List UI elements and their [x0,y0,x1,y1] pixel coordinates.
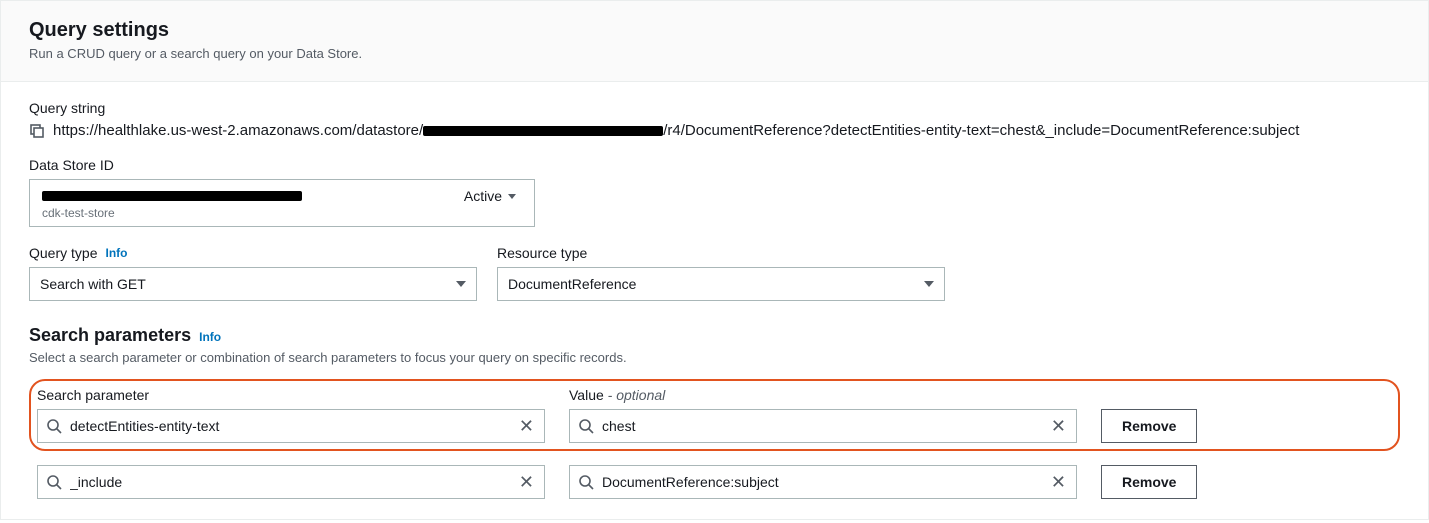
query-type-label: Query type [29,245,97,261]
resource-type-select[interactable]: DocumentReference [497,267,945,301]
search-value-field[interactable] [602,474,1041,490]
clear-icon[interactable]: ✕ [1049,473,1068,491]
chevron-down-icon [456,281,466,287]
search-param-input[interactable]: ✕ [37,465,545,499]
search-param-row: Search parameter ✕ Value - optional [29,379,1400,451]
query-type-select[interactable]: Search with GET [29,267,477,301]
resource-type-value: DocumentReference [508,276,636,292]
search-icon [46,474,62,490]
data-store-select[interactable]: Active cdk-test-store [29,179,535,227]
query-settings-panel: Query settings Run a CRUD query or a sea… [0,0,1429,520]
search-parameters-info-link[interactable]: Info [199,330,221,344]
search-param-row: ✕ ✕ Remove [29,457,1400,507]
query-string-label: Query string [29,100,1400,116]
query-string-row: https://healthlake.us-west-2.amazonaws.c… [29,122,1400,139]
search-value-input[interactable]: ✕ [569,409,1077,443]
remove-button[interactable]: Remove [1101,465,1197,499]
chevron-down-icon [924,281,934,287]
panel-subtitle: Run a CRUD query or a search query on yo… [29,46,1400,61]
search-value-input[interactable]: ✕ [569,465,1077,499]
search-value-optional: - optional [608,387,666,403]
resource-type-label: Resource type [497,245,587,261]
panel-header: Query settings Run a CRUD query or a sea… [1,1,1428,82]
panel-title: Query settings [29,19,1400,42]
data-store-id-label: Data Store ID [29,157,1400,173]
clear-icon[interactable]: ✕ [517,417,536,435]
chevron-down-icon [508,194,516,199]
copy-icon[interactable] [29,123,45,139]
search-param-field[interactable] [70,418,509,434]
search-icon [46,418,62,434]
search-param-field[interactable] [70,474,509,490]
data-store-alias: cdk-test-store [42,206,522,220]
redacted-datastore-id [423,126,663,136]
search-param-input[interactable]: ✕ [37,409,545,443]
remove-button[interactable]: Remove [1101,409,1197,443]
search-parameters-title: Search parameters [29,325,191,346]
query-string-url: https://healthlake.us-west-2.amazonaws.c… [53,122,1299,139]
clear-icon[interactable]: ✕ [1049,417,1068,435]
search-param-col-label: Search parameter [37,387,545,403]
search-value-field[interactable] [602,418,1041,434]
clear-icon[interactable]: ✕ [517,473,536,491]
redacted-datastore-id-value [42,191,302,201]
search-parameters-desc: Select a search parameter or combination… [29,350,1400,365]
data-store-status: Active [464,188,516,204]
search-icon [578,474,594,490]
search-icon [578,418,594,434]
search-value-col-label: Value [569,387,604,403]
query-type-value: Search with GET [40,276,146,292]
query-type-info-link[interactable]: Info [105,246,127,260]
